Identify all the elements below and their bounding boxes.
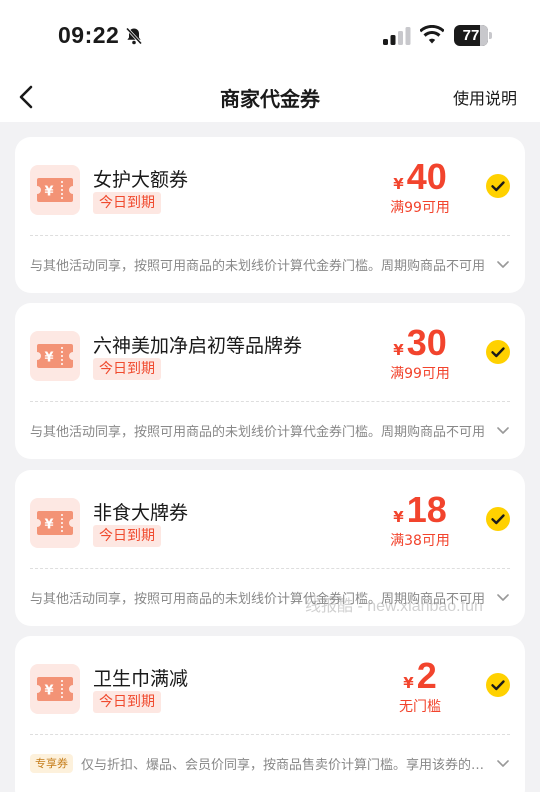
rule-row[interactable]: 与其他活动同享，按照可用商品的未划线价计算代金券门槛。周期购商品不可用 xyxy=(30,586,511,608)
battery-level: 77 xyxy=(462,27,480,44)
amount-value: 30 xyxy=(406,322,447,363)
bell-off-icon xyxy=(125,27,143,45)
dashed-divider xyxy=(30,734,510,735)
check-circle-icon[interactable] xyxy=(486,673,510,697)
svg-text:¥: ¥ xyxy=(44,185,53,200)
amount-value: 18 xyxy=(406,489,447,530)
rule-text: 与其他活动同享，按照可用商品的未划线价计算代金券门槛。周期购商品不可用 xyxy=(30,258,486,274)
expiry-badge: 今日到期 xyxy=(93,525,161,547)
coupon-card[interactable]: ¥ 卫生巾满减 今日到期 ¥ 2 无门槛 专享券 仅与折扣、爆品、会员价同享，按… xyxy=(15,636,525,792)
rule-text: 与其他活动同享，按照可用商品的未划线价计算代金券门槛。周期购商品不可用 xyxy=(30,424,486,440)
chevron-down-icon[interactable] xyxy=(495,256,511,272)
rule-row[interactable]: 与其他活动同享，按照可用商品的未划线价计算代金券门槛。周期购商品不可用 xyxy=(30,253,511,275)
exclusive-coupon-tag: 专享券 xyxy=(30,753,73,773)
coupon-ticket-icon: ¥ xyxy=(30,165,80,215)
rule-row[interactable]: 与其他活动同享，按照可用商品的未划线价计算代金券门槛。周期购商品不可用 xyxy=(30,419,511,441)
battery-indicator: 77 xyxy=(454,25,492,46)
expiry-badge: 今日到期 xyxy=(93,691,161,713)
coupon-amount: ¥ 30 满99可用 xyxy=(375,323,465,383)
wifi-icon xyxy=(420,25,444,44)
amount-value: 2 xyxy=(416,655,437,696)
status-bar: 09:22 77 xyxy=(0,0,540,72)
coupon-card[interactable]: ¥ 六神美加净启初等品牌券 今日到期 ¥ 30 满99可用 与其他活动同享，按照… xyxy=(15,303,525,459)
chevron-down-icon[interactable] xyxy=(495,589,511,605)
threshold-text: 满99可用 xyxy=(390,366,450,382)
coupon-card[interactable]: ¥ 女护大额券 今日到期 ¥ 40 满99可用 与其他活动同享，按照可用商品的未… xyxy=(15,137,525,293)
rule-row[interactable]: 专享券 仅与折扣、爆品、会员价同享，按商品售卖价计算门槛。享用该券的商品不可用 xyxy=(30,752,511,774)
dashed-divider xyxy=(30,401,510,402)
expiry-badge: 今日到期 xyxy=(93,358,161,380)
threshold-text: 满99可用 xyxy=(390,200,450,216)
rule-text: 仅与折扣、爆品、会员价同享，按商品售卖价计算门槛。享用该券的商品不可用 xyxy=(81,757,487,773)
svg-text:¥: ¥ xyxy=(44,684,53,699)
coupon-amount: ¥ 40 满99可用 xyxy=(375,157,465,217)
chevron-down-icon[interactable] xyxy=(495,755,511,771)
nav-bar: 商家代金券 使用说明 xyxy=(0,72,540,122)
coupon-name: 非食大牌券 xyxy=(93,502,189,524)
coupon-amount: ¥ 2 无门槛 xyxy=(375,656,465,716)
coupon-name: 卫生巾满减 xyxy=(93,668,189,690)
coupon-name: 六神美加净启初等品牌券 xyxy=(93,335,303,357)
expiry-badge: 今日到期 xyxy=(93,192,161,214)
currency-symbol: ¥ xyxy=(403,674,414,692)
chevron-down-icon[interactable] xyxy=(495,422,511,438)
coupon-amount: ¥ 18 满38可用 xyxy=(375,490,465,550)
coupon-name: 女护大额券 xyxy=(93,169,189,191)
threshold-text: 满38可用 xyxy=(390,533,450,549)
svg-text:¥: ¥ xyxy=(44,518,53,533)
threshold-text: 无门槛 xyxy=(399,699,441,715)
currency-symbol: ¥ xyxy=(393,175,404,193)
coupon-ticket-icon: ¥ xyxy=(30,331,80,381)
check-circle-icon[interactable] xyxy=(486,507,510,531)
check-circle-icon[interactable] xyxy=(486,174,510,198)
coupon-ticket-icon: ¥ xyxy=(30,664,80,714)
signal-icon xyxy=(383,27,411,45)
coupon-card[interactable]: ¥ 非食大牌券 今日到期 ¥ 18 满38可用 与其他活动同享，按照可用商品的未… xyxy=(15,470,525,626)
usage-instructions-link[interactable]: 使用说明 xyxy=(453,85,517,109)
rule-text: 与其他活动同享，按照可用商品的未划线价计算代金券门槛。周期购商品不可用 xyxy=(30,591,486,607)
currency-symbol: ¥ xyxy=(393,508,404,526)
coupon-ticket-icon: ¥ xyxy=(30,498,80,548)
check-circle-icon[interactable] xyxy=(486,340,510,364)
svg-text:¥: ¥ xyxy=(44,351,53,366)
currency-symbol: ¥ xyxy=(393,341,404,359)
status-time: 09:22 xyxy=(58,22,120,48)
dashed-divider xyxy=(30,568,510,569)
amount-value: 40 xyxy=(406,156,447,197)
dashed-divider xyxy=(30,235,510,236)
